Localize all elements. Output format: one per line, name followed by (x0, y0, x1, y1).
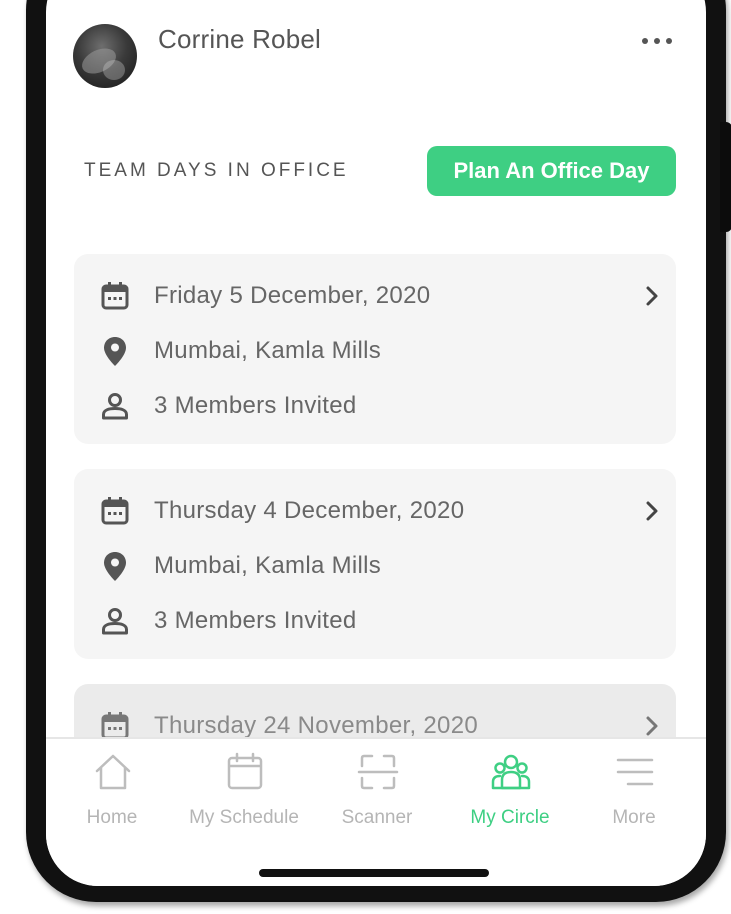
chevron-right-icon[interactable] (640, 499, 664, 523)
date-row: Friday 5 December, 2020 (98, 278, 430, 314)
bottom-navigation: Home My Schedule Scanner My Circle More (46, 737, 706, 886)
phone-side-button (720, 122, 731, 232)
group-icon (491, 754, 531, 790)
calendar-icon (227, 752, 263, 790)
office-day-date: Friday 5 December, 2020 (154, 282, 431, 309)
section-title: TEAM DAYS IN OFFICE (84, 160, 349, 181)
location-row: Mumbai, Kamla Mills (98, 548, 381, 584)
office-day-card[interactable]: Friday 5 December, 2020 Mumbai, Kamla Mi… (74, 254, 676, 444)
nav-item-more[interactable]: More (574, 739, 694, 849)
nav-label: Scanner (341, 807, 413, 828)
location-pin-icon (98, 549, 132, 583)
office-day-card[interactable]: Thursday 4 December, 2020 Mumbai, Kamla … (74, 469, 676, 659)
location-pin-icon (98, 334, 132, 368)
nav-item-my-circle[interactable]: My Circle (450, 739, 570, 849)
user-name: Corrine Robel (158, 24, 322, 54)
office-day-date: Thursday 4 December, 2020 (154, 497, 465, 524)
home-indicator[interactable] (259, 869, 489, 877)
office-day-date: Thursday 24 November, 2020 (154, 712, 478, 739)
office-day-location: Mumbai, Kamla Mills (154, 337, 382, 364)
person-icon (98, 389, 132, 423)
nav-label: Home (86, 807, 138, 828)
members-row: 3 Members Invited (98, 388, 357, 424)
person-icon (98, 604, 132, 638)
members-invited: 3 Members Invited (154, 607, 357, 634)
members-row: 3 Members Invited (98, 603, 357, 639)
nav-label: My Circle (470, 807, 550, 828)
chevron-right-icon[interactable] (640, 284, 664, 308)
nav-label: More (612, 807, 656, 828)
chevron-right-icon[interactable] (640, 714, 664, 738)
location-row: Mumbai, Kamla Mills (98, 333, 381, 369)
calendar-icon (98, 279, 132, 313)
nav-item-my-schedule[interactable]: My Schedule (184, 739, 304, 849)
avatar[interactable] (73, 24, 137, 88)
office-day-location: Mumbai, Kamla Mills (154, 552, 382, 579)
app-screen: Corrine Robel TEAM DAYS IN OFFICE Plan A… (46, 0, 706, 886)
scanner-icon (357, 754, 399, 790)
nav-item-home[interactable]: Home (52, 739, 172, 849)
nav-item-scanner[interactable]: Scanner (317, 739, 437, 849)
more-options-icon[interactable] (632, 28, 682, 54)
home-icon (95, 754, 131, 790)
nav-label: My Schedule (189, 807, 299, 828)
calendar-icon (98, 494, 132, 528)
plan-office-day-button[interactable]: Plan An Office Day (427, 146, 676, 196)
menu-icon (616, 758, 654, 786)
members-invited: 3 Members Invited (154, 392, 357, 419)
date-row: Thursday 4 December, 2020 (98, 493, 464, 529)
